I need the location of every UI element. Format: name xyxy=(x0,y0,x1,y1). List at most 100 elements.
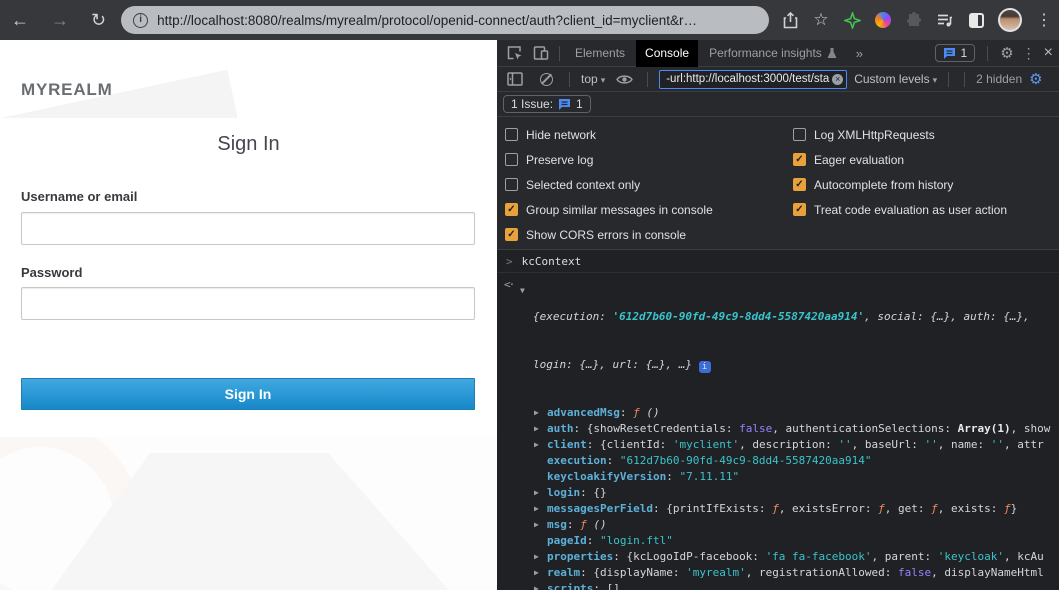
inspect-element-icon[interactable] xyxy=(503,42,527,64)
console-settings-gear-icon[interactable]: ⚙ xyxy=(1029,70,1042,88)
username-label: Username or email xyxy=(21,189,137,204)
issues-counter-badge[interactable]: 1 xyxy=(935,44,976,62)
more-tabs-icon[interactable]: » xyxy=(848,46,871,61)
expand-caret-icon[interactable]: ▶ xyxy=(534,549,539,565)
console-setting[interactable]: ✓ Treat code evaluation as user action xyxy=(793,197,1059,222)
console-property-line: ▶client: {clientId: 'myclient', descript… xyxy=(497,437,1059,453)
back-icon[interactable]: ← xyxy=(0,0,40,40)
console-setting[interactable]: ✓Group similar messages in console xyxy=(505,197,793,222)
console-property-line: pageId: "login.ftl" xyxy=(497,533,1059,549)
devtools-close-icon[interactable]: × xyxy=(1044,44,1053,62)
share-icon[interactable] xyxy=(781,11,799,29)
device-toolbar-icon[interactable] xyxy=(529,42,553,64)
address-bar[interactable]: i http://localhost:8080/realms/myrealm/p… xyxy=(121,6,769,34)
checkbox-icon[interactable]: ✓ xyxy=(793,128,806,141)
checkbox-icon[interactable]: ✓ xyxy=(505,203,518,216)
extension-puzzle-icon[interactable] xyxy=(905,11,923,29)
site-info-icon[interactable]: i xyxy=(133,13,148,28)
devtools-tabbar: Elements Console Performance insights » … xyxy=(497,40,1059,67)
bookmark-star-icon[interactable]: ☆ xyxy=(812,11,830,29)
clear-filter-icon[interactable]: × xyxy=(832,74,843,85)
console-property-line: ▶login: {} xyxy=(497,485,1059,501)
console-setting[interactable]: ✓Selected context only xyxy=(505,172,793,197)
sign-in-button[interactable]: Sign In xyxy=(21,378,475,410)
console-property-line: ▶realm: {displayName: 'myrealm', registr… xyxy=(497,565,1059,581)
setting-label: Hide network xyxy=(526,128,596,142)
tab-elements[interactable]: Elements xyxy=(566,40,634,67)
page-title: Sign In xyxy=(0,133,497,156)
clear-console-icon[interactable] xyxy=(534,68,558,90)
collapse-caret-icon[interactable]: ▼ xyxy=(520,277,533,299)
issue-bubble-icon xyxy=(558,98,571,110)
username-input[interactable] xyxy=(21,212,475,245)
checkbox-icon[interactable]: ✓ xyxy=(505,178,518,191)
checkbox-icon[interactable]: ✓ xyxy=(793,178,806,191)
browser-menu-icon[interactable]: ⋮ xyxy=(1035,11,1053,29)
expand-caret-icon[interactable]: ▶ xyxy=(534,565,539,581)
console-input-echo: > kcContext xyxy=(497,251,1059,273)
setting-label: Autocomplete from history xyxy=(814,178,953,192)
header-background-pattern xyxy=(0,40,497,118)
realm-title: MYREALM xyxy=(21,80,113,100)
console-sidebar-icon[interactable] xyxy=(503,68,527,90)
checkbox-icon[interactable]: ✓ xyxy=(505,228,518,241)
console-property-line: keycloakifyVersion: "7.11.11" xyxy=(497,469,1059,485)
console-property-line: ▶advancedMsg: ƒ () xyxy=(497,405,1059,421)
issue-bar-badge[interactable]: 1 Issue: 1 xyxy=(503,95,591,113)
expand-caret-icon[interactable]: ▶ xyxy=(534,581,539,590)
forward-icon[interactable]: → xyxy=(40,0,80,40)
setting-label: Eager evaluation xyxy=(814,153,904,167)
chevron-down-icon: ▾ xyxy=(933,75,938,85)
console-filter-input[interactable]: -url:http://localhost:3000/test/sta × xyxy=(659,70,847,89)
reload-icon[interactable]: ↻ xyxy=(80,0,117,40)
expand-caret-icon[interactable]: ▶ xyxy=(534,501,539,517)
console-setting[interactable]: ✓ Autocomplete from history xyxy=(793,172,1059,197)
expand-caret-icon[interactable]: ▶ xyxy=(534,405,539,421)
login-page: MYREALM Sign In Username or email Passwo… xyxy=(0,40,497,590)
console-setting[interactable]: ✓ Hide network xyxy=(505,122,793,147)
console-setting[interactable]: ✓ Eager evaluation xyxy=(793,147,1059,172)
expand-caret-icon[interactable]: ▶ xyxy=(534,437,539,453)
console-prompt-icon: > xyxy=(506,254,513,270)
playlist-icon[interactable] xyxy=(936,11,954,29)
expand-caret-icon[interactable]: ▶ xyxy=(534,421,539,437)
console-property-line: ▶auth: {showResetCredentials: false, aut… xyxy=(497,421,1059,437)
devtools-menu-icon[interactable]: ⋮ xyxy=(1022,45,1036,62)
password-input[interactable] xyxy=(21,287,475,320)
setting-label: Treat code evaluation as user action xyxy=(814,203,1007,217)
live-expression-eye-icon[interactable] xyxy=(612,68,636,90)
devtools-panel: Elements Console Performance insights » … xyxy=(497,40,1059,590)
tab-console[interactable]: Console xyxy=(636,40,698,67)
checkbox-icon[interactable]: ✓ xyxy=(505,153,518,166)
console-settings-panel: ✓ Hide network ✓ Preserve log ✓Selected cont… xyxy=(497,117,1059,250)
console-property-line: ▶messagesPerField: {printIfExists: ƒ, ex… xyxy=(497,501,1059,517)
log-levels-selector[interactable]: Custom levels▾ xyxy=(854,72,937,86)
browser-toolbar: ← → ↻ i http://localhost:8080/realms/myr… xyxy=(0,0,1059,40)
setting-label: Log XMLHttpRequests xyxy=(814,128,935,142)
console-setting[interactable]: ✓ Preserve log xyxy=(505,147,793,172)
setting-label: Preserve log xyxy=(526,153,593,167)
context-selector[interactable]: top▾ xyxy=(581,72,605,86)
console-property-line: ▶properties: {kcLogoIdP-facebook: 'fa fa… xyxy=(497,549,1059,565)
console-setting[interactable]: ✓ Show CORS errors in console xyxy=(505,222,793,247)
expand-caret-icon[interactable]: ▶ xyxy=(534,517,539,533)
extension-colorful-icon[interactable] xyxy=(874,11,892,29)
setting-label: Show CORS errors in console xyxy=(526,228,686,242)
expand-caret-icon[interactable]: ▶ xyxy=(534,485,539,501)
console-toolbar: top▾ -url:http://localhost:3000/test/sta… xyxy=(497,67,1059,92)
password-label: Password xyxy=(21,265,82,280)
checkbox-icon[interactable]: ✓ xyxy=(505,128,518,141)
extension-green-star-icon[interactable] xyxy=(843,11,861,29)
profile-avatar[interactable] xyxy=(998,8,1022,32)
console-property-line: execution: "612d7b60-90fd-49c9-8dd4-5587… xyxy=(497,453,1059,469)
object-preview[interactable]: {execution: '612d7b60-90fd-49c9-8dd4-558… xyxy=(533,277,1030,405)
console-setting[interactable]: ✓ Log XMLHttpRequests xyxy=(793,122,1059,147)
info-icon[interactable]: i xyxy=(699,361,711,373)
tab-performance-insights[interactable]: Performance insights xyxy=(700,40,846,67)
checkbox-icon[interactable]: ✓ xyxy=(793,203,806,216)
checkbox-icon[interactable]: ✓ xyxy=(793,153,806,166)
chevron-down-icon: ▾ xyxy=(601,75,606,85)
devtools-settings-gear-icon[interactable]: ⚙ xyxy=(1000,44,1013,62)
split-screen-icon[interactable] xyxy=(967,11,985,29)
footer-background-pattern xyxy=(0,437,497,590)
